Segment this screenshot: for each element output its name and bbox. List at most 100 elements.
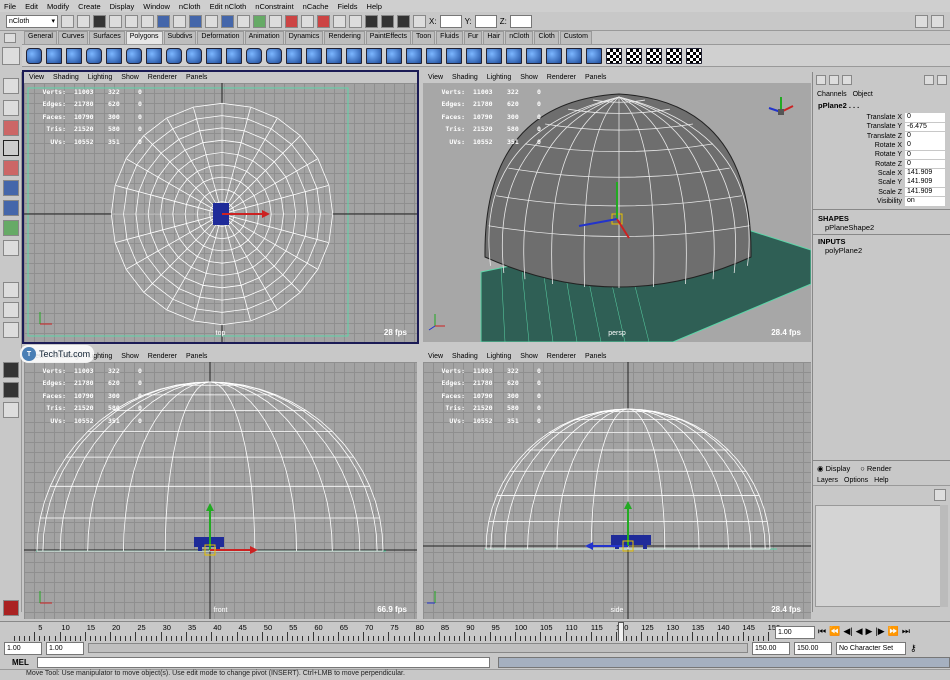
menu-object[interactable]: Object: [853, 91, 873, 98]
channel-name[interactable]: Scale Y: [813, 179, 905, 186]
uv-cylindrical-icon[interactable]: [626, 47, 642, 64]
shelf-tab-animation[interactable]: Animation: [244, 31, 284, 44]
soft-mod-icon[interactable]: [3, 220, 19, 236]
combine-icon[interactable]: [206, 47, 222, 64]
ipr-render-icon[interactable]: [397, 14, 410, 28]
shelf-tab-deformation[interactable]: Deformation: [197, 31, 244, 44]
toggle-tool-settings-icon[interactable]: [931, 14, 944, 28]
current-time-marker[interactable]: [618, 622, 624, 642]
merge-icon[interactable]: [366, 47, 382, 64]
mask-icon-4[interactable]: [221, 14, 234, 28]
snap-grid-icon[interactable]: [269, 14, 282, 28]
shelf-tab-general[interactable]: General: [24, 31, 57, 44]
poly-pipe-icon[interactable]: [166, 47, 182, 64]
channel-name[interactable]: Rotate Z: [813, 161, 905, 168]
channel-name[interactable]: Rotate X: [813, 142, 905, 149]
display-radio[interactable]: ◉ Display: [817, 464, 850, 473]
save-scene-icon[interactable]: [93, 14, 106, 28]
bevel-icon[interactable]: [386, 47, 402, 64]
channel-box-icon[interactable]: [816, 75, 826, 85]
menu-modify[interactable]: Modify: [47, 2, 69, 11]
lock-selection-icon[interactable]: [253, 14, 266, 28]
mirror-icon[interactable]: [266, 47, 282, 64]
persp-outliner-layout-icon[interactable]: [3, 322, 19, 338]
shelf-tab-cloth[interactable]: Cloth: [534, 31, 559, 44]
channel-value[interactable]: 141.909: [905, 187, 945, 197]
channel-name[interactable]: Scale X: [813, 170, 905, 177]
command-input[interactable]: [36, 657, 490, 668]
z-field[interactable]: [509, 14, 532, 28]
shelf-tab-rendering[interactable]: Rendering: [324, 31, 365, 44]
mask-icon-5[interactable]: [237, 14, 250, 28]
shelf-menu-icon[interactable]: [4, 33, 16, 43]
toggle-panel-icon-1[interactable]: [924, 75, 934, 85]
mask-icon-2[interactable]: [189, 14, 202, 28]
last-tool-icon[interactable]: [3, 240, 19, 256]
menu-ncloth[interactable]: nCloth: [179, 2, 201, 11]
bridge-icon[interactable]: [306, 47, 322, 64]
channel-row[interactable]: Rotate Y0: [813, 150, 950, 160]
shelf-tab-hair[interactable]: Hair: [483, 31, 505, 44]
split-icon[interactable]: [406, 47, 422, 64]
reverse-icon[interactable]: [526, 47, 542, 64]
step-forward-key-icon[interactable]: ⏩: [888, 626, 899, 637]
time-slider[interactable]: 5 10 15 20 25 30 35 40 45 50 55 60 65 70 75 80 85 90 95 100…: [0, 621, 950, 642]
menuset-dropdown[interactable]: nCloth ▾: [6, 14, 58, 28]
rotate-tool-icon[interactable]: [3, 160, 19, 176]
menu-layers[interactable]: Layers: [817, 477, 838, 484]
extrude-icon[interactable]: [286, 47, 302, 64]
render-radio[interactable]: ○ Render: [860, 464, 891, 473]
y-field[interactable]: [474, 14, 497, 28]
layer-scrollbar[interactable]: [940, 505, 948, 607]
channel-value[interactable]: 141.909: [905, 169, 945, 178]
channel-row[interactable]: Visibility on: [813, 197, 950, 206]
append-icon[interactable]: [326, 47, 342, 64]
play-forward-icon[interactable]: ▶: [866, 626, 873, 637]
menu-channels[interactable]: Channels: [817, 91, 847, 98]
input-node[interactable]: polyPlane2: [813, 246, 950, 255]
channel-name[interactable]: Translate X: [813, 114, 905, 121]
view-cube-icon[interactable]: [778, 109, 784, 115]
go-to-start-icon[interactable]: ⏮: [818, 626, 826, 637]
step-back-key-icon[interactable]: ⏪: [829, 626, 840, 637]
menu-file[interactable]: File: [4, 2, 16, 11]
wedge-icon[interactable]: [446, 47, 462, 64]
shelf-tab-polygons[interactable]: Polygons: [125, 31, 163, 44]
select-hierarchy-icon[interactable]: [109, 14, 122, 28]
channel-row[interactable]: Translate X0: [813, 113, 950, 122]
toggle-attr-editor-icon[interactable]: [915, 14, 928, 28]
quadrangulate-icon[interactable]: [566, 47, 582, 64]
channel-name[interactable]: Translate Z: [813, 133, 905, 140]
poly-helix-icon[interactable]: [186, 47, 202, 64]
x-field[interactable]: [439, 14, 462, 28]
channel-row[interactable]: Translate Y -6.475: [813, 122, 950, 132]
menu-create[interactable]: Create: [78, 2, 101, 11]
shelf-tab-painteffects[interactable]: PaintEffects: [365, 31, 411, 44]
mask-icon-3[interactable]: [205, 14, 218, 28]
poly-torus-icon[interactable]: [126, 47, 142, 64]
mask-icon-1[interactable]: [173, 14, 186, 28]
menu-help[interactable]: Help: [874, 477, 888, 484]
poke-icon[interactable]: [466, 47, 482, 64]
shelf-tab-custom[interactable]: Custom: [559, 31, 592, 44]
uv-planar-icon[interactable]: [606, 47, 622, 64]
playback-end-field[interactable]: 150.00: [752, 641, 790, 655]
soften-edge-icon[interactable]: [586, 47, 602, 64]
open-scene-icon[interactable]: [77, 14, 90, 28]
uv-automatic-icon[interactable]: [666, 47, 682, 64]
channel-row[interactable]: Rotate X0: [813, 141, 950, 150]
channel-name[interactable]: Rotate Y: [813, 151, 905, 158]
step-back-icon[interactable]: ◀|: [843, 626, 852, 637]
channel-value[interactable]: 0: [905, 113, 945, 122]
lasso-tool-icon[interactable]: [3, 100, 19, 116]
mel-label[interactable]: MEL: [12, 658, 29, 667]
shelf-tab-dynamics[interactable]: Dynamics: [284, 31, 324, 44]
poly-cube-icon[interactable]: [46, 47, 62, 64]
time-ruler[interactable]: 5 10 15 20 25 30 35 40 45 50 55 60 65 70 75 80 85 90 95 100…: [9, 622, 780, 642]
shelf-tab-curves[interactable]: Curves: [57, 31, 89, 44]
menu-fields[interactable]: Fields: [338, 2, 358, 11]
smooth-icon[interactable]: [246, 47, 262, 64]
channel-value[interactable]: 0: [905, 150, 945, 160]
channel-value[interactable]: 141.909: [905, 178, 945, 188]
snap-curve-icon[interactable]: [285, 14, 298, 28]
